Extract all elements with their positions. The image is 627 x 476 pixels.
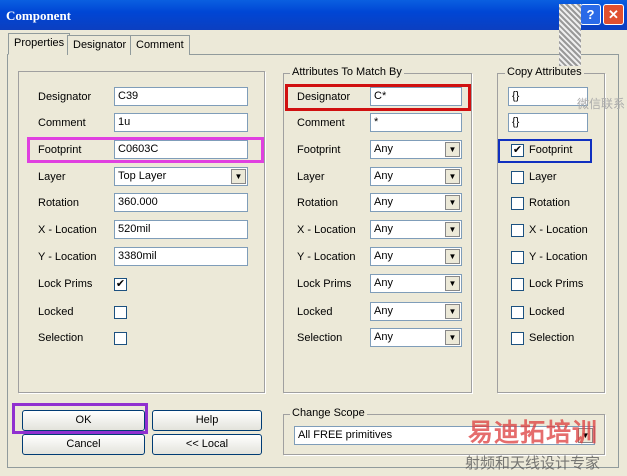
match-input[interactable]: * <box>370 113 462 132</box>
chevron-down-icon: ▼ <box>445 169 460 184</box>
match-label: Rotation <box>297 197 338 209</box>
copy-checkbox[interactable] <box>511 278 524 291</box>
prop-input[interactable]: 1u <box>114 113 248 132</box>
chevron-down-icon: ▼ <box>445 330 460 345</box>
help-title-button[interactable]: ? <box>580 4 601 25</box>
chevron-down-icon: ▼ <box>445 195 460 210</box>
match-select[interactable]: Any ▼ <box>370 328 462 347</box>
prop-checkbox[interactable] <box>114 306 127 319</box>
highlight-designator <box>285 84 471 111</box>
match-select-value: Any <box>374 331 393 343</box>
tab-comment[interactable]: Comment <box>130 35 190 55</box>
copy-checkbox[interactable] <box>511 197 524 210</box>
title-bar: Component <box>0 0 627 30</box>
copy-input[interactable]: {} <box>508 113 588 132</box>
copy-checkbox[interactable] <box>511 171 524 184</box>
prop-checkbox[interactable] <box>114 332 127 345</box>
match-select[interactable]: Any ▼ <box>370 302 462 321</box>
match-select[interactable]: Any ▼ <box>370 167 462 186</box>
match-select-value: Any <box>374 305 393 317</box>
copy-label: Locked <box>529 306 565 318</box>
copy-group-title: Copy Attributes <box>505 66 584 78</box>
prop-select[interactable]: Top Layer ▼ <box>114 167 248 186</box>
match-label: Comment <box>297 117 345 129</box>
chevron-down-icon: ▼ <box>445 276 460 291</box>
window-title: Component <box>6 8 72 23</box>
copy-label: Lock Prims <box>529 278 584 290</box>
match-select-value: Any <box>374 277 393 289</box>
chevron-down-icon: ▼ <box>445 304 460 319</box>
tab-properties[interactable]: Properties <box>8 33 71 55</box>
highlight-ok <box>12 403 148 434</box>
match-group-title: Attributes To Match By <box>290 66 404 78</box>
match-label: Locked <box>297 306 333 318</box>
cancel-button[interactable]: Cancel <box>22 434 145 455</box>
chevron-down-icon: ▼ <box>445 249 460 264</box>
chevron-down-icon: ▼ <box>231 169 246 184</box>
match-select-value: Any <box>374 250 393 262</box>
prop-select-value: Top Layer <box>118 170 167 182</box>
scope-value: All FREE primitives <box>298 429 393 441</box>
chevron-down-icon: ▼ <box>445 142 460 157</box>
watermark-contact: 微信联系 <box>577 97 626 111</box>
copy-checkbox[interactable] <box>511 251 524 264</box>
prop-label: Y - Location <box>38 251 97 263</box>
qr-code-image <box>559 4 581 66</box>
prop-input[interactable]: 360.000 <box>114 193 248 212</box>
prop-label: Designator <box>38 91 92 103</box>
copy-label: Layer <box>529 171 557 183</box>
prop-label: Locked <box>38 306 74 318</box>
match-select-value: Any <box>374 196 393 208</box>
match-label: Lock Prims <box>297 278 352 290</box>
match-select[interactable]: Any ▼ <box>370 193 462 212</box>
prop-label: Lock Prims <box>38 278 93 290</box>
copy-checkbox[interactable] <box>511 306 524 319</box>
match-select-value: Any <box>374 143 393 155</box>
copy-checkbox[interactable] <box>511 224 524 237</box>
prop-label: Comment <box>38 117 86 129</box>
help-button[interactable]: Help <box>152 410 262 431</box>
match-label: Selection <box>297 332 343 344</box>
prop-input[interactable]: C39 <box>114 87 248 106</box>
copy-label: Selection <box>529 332 575 344</box>
local-button[interactable]: << Local <box>152 434 262 455</box>
copy-label: Rotation <box>529 197 570 209</box>
copy-checkbox[interactable] <box>511 332 524 345</box>
prop-label: Selection <box>38 332 84 344</box>
copy-label: X - Location <box>529 224 588 236</box>
prop-input[interactable]: 3380mil <box>114 247 248 266</box>
match-select-value: Any <box>374 170 393 182</box>
copy-label: Y - Location <box>529 251 588 263</box>
match-select[interactable]: Any ▼ <box>370 220 462 239</box>
chevron-down-icon: ▼ <box>445 222 460 237</box>
highlight-footprint <box>27 137 264 163</box>
match-select[interactable]: Any ▼ <box>370 140 462 159</box>
prop-label: Layer <box>38 171 66 183</box>
match-select[interactable]: Any ▼ <box>370 247 462 266</box>
match-label: Footprint <box>297 144 341 156</box>
match-select-value: Any <box>374 223 393 235</box>
prop-label: X - Location <box>38 224 97 236</box>
copy-input[interactable]: {} <box>508 87 588 106</box>
match-label: Layer <box>297 171 325 183</box>
match-select[interactable]: Any ▼ <box>370 274 462 293</box>
scope-group-title: Change Scope <box>290 407 367 419</box>
prop-checkbox[interactable]: ✔ <box>114 278 127 291</box>
match-label: Y - Location <box>297 251 356 263</box>
watermark-slogan: 射频和天线设计专家 <box>465 456 601 472</box>
match-label: X - Location <box>297 224 356 236</box>
close-button[interactable]: ✕ <box>603 4 624 25</box>
tab-designator[interactable]: Designator <box>67 35 133 55</box>
prop-label: Rotation <box>38 197 79 209</box>
prop-input[interactable]: 520mil <box>114 220 248 239</box>
highlight-copy-footprint <box>498 139 592 163</box>
watermark-brand: 易迪拓培训 <box>468 419 599 447</box>
